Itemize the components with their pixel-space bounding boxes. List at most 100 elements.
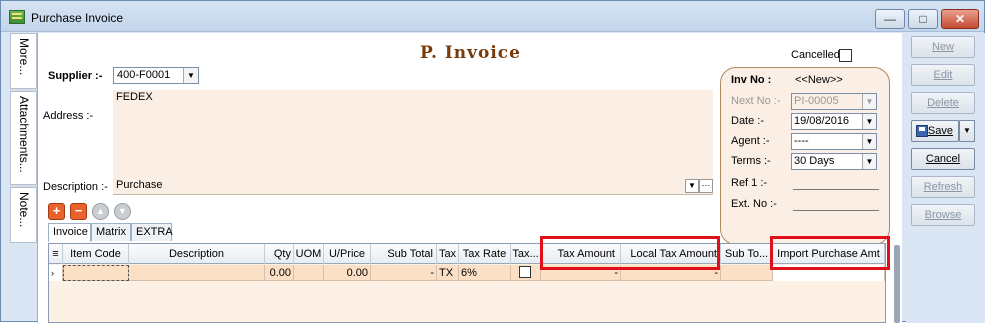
tab-extra[interactable]: EXTRA bbox=[131, 223, 173, 241]
purchase-invoice-window: Purchase Invoice — □ ✕ More... Attachmen… bbox=[0, 0, 985, 323]
col-tax[interactable]: Tax bbox=[437, 244, 459, 264]
supplier-name: FEDEX bbox=[116, 91, 153, 103]
ref1-label: Ref 1 :- bbox=[731, 177, 768, 189]
col-sub-total[interactable]: Sub Total bbox=[371, 244, 437, 264]
plus-icon[interactable]: + bbox=[48, 203, 65, 220]
cell-qty[interactable]: 0.00 bbox=[265, 265, 294, 281]
cell-sub-total: - bbox=[371, 265, 437, 281]
column-menu-icon[interactable]: ≡ bbox=[49, 244, 63, 264]
col-tax-inclusive[interactable]: Tax... bbox=[511, 244, 541, 264]
chevron-down-icon[interactable]: ▼ bbox=[862, 114, 876, 129]
cell-uprice[interactable]: 0.00 bbox=[324, 265, 371, 281]
address-label: Address :- bbox=[43, 110, 94, 122]
maximize-button[interactable]: □ bbox=[908, 9, 938, 29]
edit-button[interactable]: Edit bbox=[911, 64, 975, 86]
agent-value: ---- bbox=[794, 135, 809, 147]
description-value: Purchase bbox=[116, 179, 163, 191]
highlight-import-column bbox=[770, 236, 890, 270]
cancel-button[interactable]: Cancel bbox=[911, 148, 975, 170]
tab-invoice[interactable]: Invoice bbox=[48, 223, 91, 242]
address-field[interactable] bbox=[113, 90, 713, 183]
supplier-combo[interactable]: 400-F0001 ▼ bbox=[113, 67, 199, 84]
description-label: Description :- bbox=[43, 181, 108, 193]
window-title: Purchase Invoice bbox=[31, 11, 124, 25]
next-no-label: Next No :- bbox=[731, 95, 781, 107]
save-button[interactable]: Save bbox=[911, 120, 959, 142]
inv-no-label: Inv No : bbox=[731, 74, 772, 86]
invoice-form: P. Invoice Supplier :- 400-F0001 ▼ FEDEX… bbox=[37, 33, 902, 323]
save-dropdown-button[interactable]: ▼ bbox=[959, 120, 975, 142]
chevron-down-icon[interactable]: ▼ bbox=[685, 179, 699, 193]
next-no-value: PI-00005 bbox=[794, 95, 839, 107]
arrow-down-icon[interactable]: ▼ bbox=[114, 203, 131, 220]
page-title: P. Invoice bbox=[420, 43, 521, 63]
cell-tax-rate[interactable]: 6% bbox=[459, 265, 511, 281]
chevron-down-icon[interactable]: ▼ bbox=[862, 134, 876, 149]
browse-button[interactable]: Browse bbox=[911, 204, 975, 226]
date-label: Date :- bbox=[731, 115, 765, 127]
col-uom[interactable]: UOM bbox=[294, 244, 324, 264]
tab-attachments[interactable]: Attachments... bbox=[10, 91, 37, 185]
cell-tax[interactable]: TX bbox=[437, 265, 459, 281]
cancelled-label: Cancelled bbox=[791, 49, 840, 61]
terms-value: 30 Days bbox=[794, 155, 835, 167]
col-tax-rate[interactable]: Tax Rate bbox=[459, 244, 511, 264]
chevron-down-icon[interactable]: ▼ bbox=[183, 68, 198, 83]
save-icon bbox=[916, 125, 928, 137]
minimize-button[interactable]: — bbox=[875, 9, 905, 29]
tax-inclusive-checkbox[interactable] bbox=[519, 266, 531, 278]
cell-tax-inclusive[interactable] bbox=[511, 265, 541, 281]
new-button[interactable]: New bbox=[911, 36, 975, 58]
cell-description[interactable] bbox=[129, 265, 265, 281]
col-description[interactable]: Description bbox=[129, 244, 265, 264]
cancelled-checkbox[interactable] bbox=[839, 49, 852, 62]
ellipsis-button[interactable]: ··· bbox=[699, 179, 713, 193]
side-tabs: More... Attachments... Note... bbox=[10, 33, 37, 243]
supplier-label: Supplier :- bbox=[48, 70, 103, 82]
minus-icon[interactable]: − bbox=[70, 203, 87, 220]
chevron-down-icon[interactable]: ▼ bbox=[862, 154, 876, 169]
grid-header: ≡ Item Code Description Qty UOM U/Price … bbox=[49, 244, 885, 264]
date-picker[interactable]: 19/08/2016 ▼ bbox=[791, 113, 877, 130]
col-uprice[interactable]: U/Price bbox=[324, 244, 371, 264]
delete-button[interactable]: Delete bbox=[911, 92, 975, 114]
inv-no-value: <<New>> bbox=[795, 74, 843, 86]
col-qty[interactable]: Qty bbox=[265, 244, 294, 264]
col-item-code[interactable]: Item Code bbox=[63, 244, 129, 264]
close-button[interactable]: ✕ bbox=[941, 9, 979, 29]
terms-label: Terms :- bbox=[731, 155, 771, 167]
ref1-input[interactable] bbox=[793, 174, 879, 190]
agent-label: Agent :- bbox=[731, 135, 770, 147]
arrow-up-icon[interactable]: ▲ bbox=[92, 203, 109, 220]
chevron-down-icon[interactable]: ▼ bbox=[862, 94, 876, 109]
terms-combo[interactable]: 30 Days ▼ bbox=[791, 153, 877, 170]
app-icon bbox=[9, 10, 25, 24]
row-marker: › bbox=[49, 265, 63, 281]
save-label: Save bbox=[927, 125, 953, 137]
description-field[interactable]: Purchase ▼ ··· bbox=[113, 178, 713, 195]
tab-more[interactable]: More... bbox=[10, 33, 37, 89]
cell-sub-total-2 bbox=[721, 265, 773, 281]
ext-no-input[interactable] bbox=[793, 195, 879, 211]
grid-scrollbar[interactable] bbox=[894, 245, 900, 323]
tab-note-label: Note... bbox=[17, 192, 31, 228]
col-sub-total-2[interactable]: Sub To... bbox=[721, 244, 773, 264]
agent-combo[interactable]: ---- ▼ bbox=[791, 133, 877, 150]
title-bar: Purchase Invoice — □ ✕ bbox=[1, 1, 984, 32]
tab-matrix[interactable]: Matrix bbox=[91, 223, 131, 241]
date-value: 19/08/2016 bbox=[794, 115, 850, 127]
supplier-value: 400-F0001 bbox=[117, 69, 171, 81]
invoice-grid: ≡ Item Code Description Qty UOM U/Price … bbox=[48, 243, 886, 323]
tab-note[interactable]: Note... bbox=[10, 187, 37, 243]
refresh-button[interactable]: Refresh bbox=[911, 176, 975, 198]
invoice-info-panel: Inv No : <<New>> Next No :- PI-00005 ▼ Da… bbox=[720, 67, 890, 245]
tab-more-label: More... bbox=[17, 38, 31, 76]
highlight-tax-columns bbox=[540, 236, 720, 270]
tab-attachments-label: Attachments... bbox=[17, 96, 31, 173]
cell-item-code[interactable] bbox=[63, 265, 129, 281]
action-buttons: New Edit Delete Save ▼ Cancel Refresh Br… bbox=[906, 33, 985, 323]
ext-no-label: Ext. No :- bbox=[731, 198, 777, 210]
cell-uom[interactable] bbox=[294, 265, 324, 281]
table-row[interactable]: › 0.00 0.00 - TX 6% - - bbox=[49, 265, 885, 281]
next-no-combo[interactable]: PI-00005 ▼ bbox=[791, 93, 877, 110]
